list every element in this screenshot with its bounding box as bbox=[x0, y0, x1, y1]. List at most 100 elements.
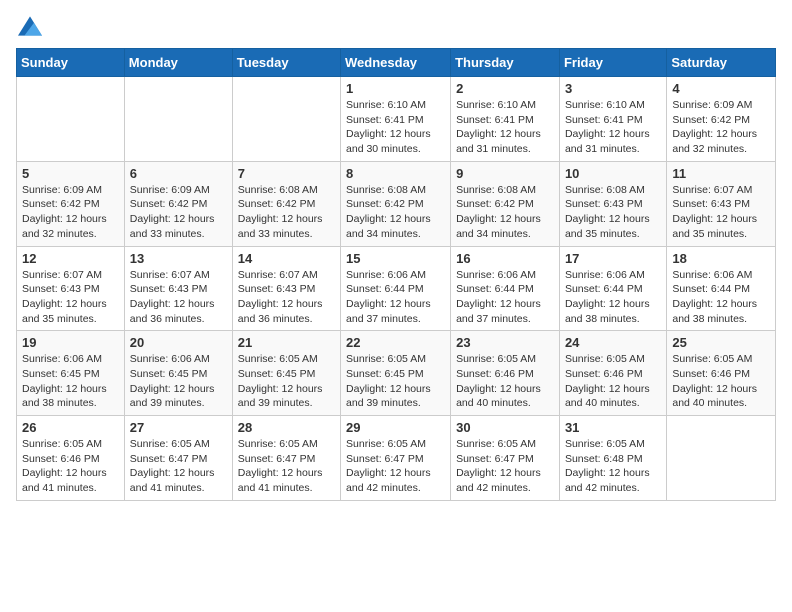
weekday-header-row: SundayMondayTuesdayWednesdayThursdayFrid… bbox=[17, 49, 776, 77]
day-number: 5 bbox=[22, 166, 119, 181]
day-info: Sunrise: 6:06 AM Sunset: 6:45 PM Dayligh… bbox=[22, 352, 119, 411]
day-info: Sunrise: 6:06 AM Sunset: 6:44 PM Dayligh… bbox=[672, 268, 770, 327]
day-number: 30 bbox=[456, 420, 554, 435]
calendar-cell: 18 Sunrise: 6:06 AM Sunset: 6:44 PM Dayli… bbox=[667, 246, 776, 331]
logo bbox=[16, 16, 42, 36]
calendar-cell: 8 Sunrise: 6:08 AM Sunset: 6:42 PM Daylig… bbox=[341, 161, 451, 246]
calendar-cell: 27 Sunrise: 6:05 AM Sunset: 6:47 PM Dayli… bbox=[124, 416, 232, 501]
day-number: 24 bbox=[565, 335, 661, 350]
weekday-header-saturday: Saturday bbox=[667, 49, 776, 77]
day-number: 10 bbox=[565, 166, 661, 181]
day-number: 20 bbox=[130, 335, 227, 350]
calendar-cell: 29 Sunrise: 6:05 AM Sunset: 6:47 PM Dayli… bbox=[341, 416, 451, 501]
day-info: Sunrise: 6:05 AM Sunset: 6:48 PM Dayligh… bbox=[565, 437, 661, 496]
calendar-cell: 24 Sunrise: 6:05 AM Sunset: 6:46 PM Dayli… bbox=[559, 331, 666, 416]
day-number: 23 bbox=[456, 335, 554, 350]
week-row-5: 26 Sunrise: 6:05 AM Sunset: 6:46 PM Dayli… bbox=[17, 416, 776, 501]
calendar-cell: 4 Sunrise: 6:09 AM Sunset: 6:42 PM Daylig… bbox=[667, 77, 776, 162]
weekday-header-sunday: Sunday bbox=[17, 49, 125, 77]
day-number: 15 bbox=[346, 251, 445, 266]
day-info: Sunrise: 6:06 AM Sunset: 6:44 PM Dayligh… bbox=[456, 268, 554, 327]
day-info: Sunrise: 6:08 AM Sunset: 6:42 PM Dayligh… bbox=[456, 183, 554, 242]
calendar-cell: 1 Sunrise: 6:10 AM Sunset: 6:41 PM Daylig… bbox=[341, 77, 451, 162]
weekday-header-tuesday: Tuesday bbox=[232, 49, 340, 77]
calendar-cell: 22 Sunrise: 6:05 AM Sunset: 6:45 PM Dayli… bbox=[341, 331, 451, 416]
calendar-cell: 28 Sunrise: 6:05 AM Sunset: 6:47 PM Dayli… bbox=[232, 416, 340, 501]
calendar-cell: 31Sunrise: 6:05 AM Sunset: 6:48 PM Dayli… bbox=[559, 416, 666, 501]
day-number: 27 bbox=[130, 420, 227, 435]
day-number: 17 bbox=[565, 251, 661, 266]
day-info: Sunrise: 6:05 AM Sunset: 6:46 PM Dayligh… bbox=[565, 352, 661, 411]
day-number: 11 bbox=[672, 166, 770, 181]
day-number: 12 bbox=[22, 251, 119, 266]
calendar-table: SundayMondayTuesdayWednesdayThursdayFrid… bbox=[16, 48, 776, 501]
day-info: Sunrise: 6:05 AM Sunset: 6:47 PM Dayligh… bbox=[238, 437, 335, 496]
day-info: Sunrise: 6:05 AM Sunset: 6:47 PM Dayligh… bbox=[130, 437, 227, 496]
day-info: Sunrise: 6:08 AM Sunset: 6:42 PM Dayligh… bbox=[346, 183, 445, 242]
day-number: 16 bbox=[456, 251, 554, 266]
day-number: 2 bbox=[456, 81, 554, 96]
day-number: 14 bbox=[238, 251, 335, 266]
day-info: Sunrise: 6:09 AM Sunset: 6:42 PM Dayligh… bbox=[22, 183, 119, 242]
day-info: Sunrise: 6:08 AM Sunset: 6:43 PM Dayligh… bbox=[565, 183, 661, 242]
day-info: Sunrise: 6:05 AM Sunset: 6:46 PM Dayligh… bbox=[22, 437, 119, 496]
day-info: Sunrise: 6:09 AM Sunset: 6:42 PM Dayligh… bbox=[672, 98, 770, 157]
weekday-header-wednesday: Wednesday bbox=[341, 49, 451, 77]
day-info: Sunrise: 6:07 AM Sunset: 6:43 PM Dayligh… bbox=[672, 183, 770, 242]
day-number: 13 bbox=[130, 251, 227, 266]
day-info: Sunrise: 6:05 AM Sunset: 6:46 PM Dayligh… bbox=[456, 352, 554, 411]
week-row-2: 5 Sunrise: 6:09 AM Sunset: 6:42 PM Daylig… bbox=[17, 161, 776, 246]
logo-icon bbox=[18, 16, 42, 36]
calendar-cell: 25Sunrise: 6:05 AM Sunset: 6:46 PM Dayli… bbox=[667, 331, 776, 416]
calendar-cell: 3 Sunrise: 6:10 AM Sunset: 6:41 PM Daylig… bbox=[559, 77, 666, 162]
calendar-cell: 20 Sunrise: 6:06 AM Sunset: 6:45 PM Dayli… bbox=[124, 331, 232, 416]
day-number: 26 bbox=[22, 420, 119, 435]
day-info: Sunrise: 6:06 AM Sunset: 6:44 PM Dayligh… bbox=[346, 268, 445, 327]
weekday-header-thursday: Thursday bbox=[451, 49, 560, 77]
calendar-cell: 30 Sunrise: 6:05 AM Sunset: 6:47 PM Dayli… bbox=[451, 416, 560, 501]
calendar-cell: 5 Sunrise: 6:09 AM Sunset: 6:42 PM Daylig… bbox=[17, 161, 125, 246]
day-number: 22 bbox=[346, 335, 445, 350]
day-number: 21 bbox=[238, 335, 335, 350]
weekday-header-friday: Friday bbox=[559, 49, 666, 77]
calendar-cell: 13Sunrise: 6:07 AM Sunset: 6:43 PM Dayli… bbox=[124, 246, 232, 331]
weekday-header-monday: Monday bbox=[124, 49, 232, 77]
day-info: Sunrise: 6:07 AM Sunset: 6:43 PM Dayligh… bbox=[22, 268, 119, 327]
day-info: Sunrise: 6:05 AM Sunset: 6:47 PM Dayligh… bbox=[346, 437, 445, 496]
calendar-cell bbox=[232, 77, 340, 162]
calendar-cell: 15 Sunrise: 6:06 AM Sunset: 6:44 PM Dayli… bbox=[341, 246, 451, 331]
day-number: 9 bbox=[456, 166, 554, 181]
day-info: Sunrise: 6:10 AM Sunset: 6:41 PM Dayligh… bbox=[346, 98, 445, 157]
day-number: 29 bbox=[346, 420, 445, 435]
day-number: 19 bbox=[22, 335, 119, 350]
day-number: 28 bbox=[238, 420, 335, 435]
day-info: Sunrise: 6:08 AM Sunset: 6:42 PM Dayligh… bbox=[238, 183, 335, 242]
week-row-4: 19 Sunrise: 6:06 AM Sunset: 6:45 PM Dayli… bbox=[17, 331, 776, 416]
day-number: 25 bbox=[672, 335, 770, 350]
calendar-cell bbox=[124, 77, 232, 162]
calendar-cell: 10 Sunrise: 6:08 AM Sunset: 6:43 PM Dayli… bbox=[559, 161, 666, 246]
day-info: Sunrise: 6:07 AM Sunset: 6:43 PM Dayligh… bbox=[238, 268, 335, 327]
calendar-cell: 6Sunrise: 6:09 AM Sunset: 6:42 PM Daylig… bbox=[124, 161, 232, 246]
calendar-cell: 2Sunrise: 6:10 AM Sunset: 6:41 PM Daylig… bbox=[451, 77, 560, 162]
week-row-3: 12 Sunrise: 6:07 AM Sunset: 6:43 PM Dayli… bbox=[17, 246, 776, 331]
day-number: 18 bbox=[672, 251, 770, 266]
day-number: 3 bbox=[565, 81, 661, 96]
day-info: Sunrise: 6:10 AM Sunset: 6:41 PM Dayligh… bbox=[565, 98, 661, 157]
day-number: 1 bbox=[346, 81, 445, 96]
logo-text bbox=[16, 16, 42, 36]
day-number: 4 bbox=[672, 81, 770, 96]
calendar-cell: 17Sunrise: 6:06 AM Sunset: 6:44 PM Dayli… bbox=[559, 246, 666, 331]
calendar-cell: 19 Sunrise: 6:06 AM Sunset: 6:45 PM Dayli… bbox=[17, 331, 125, 416]
calendar-cell: 21 Sunrise: 6:05 AM Sunset: 6:45 PM Dayli… bbox=[232, 331, 340, 416]
day-info: Sunrise: 6:05 AM Sunset: 6:47 PM Dayligh… bbox=[456, 437, 554, 496]
calendar-cell: 7Sunrise: 6:08 AM Sunset: 6:42 PM Daylig… bbox=[232, 161, 340, 246]
day-info: Sunrise: 6:06 AM Sunset: 6:45 PM Dayligh… bbox=[130, 352, 227, 411]
calendar-cell bbox=[667, 416, 776, 501]
day-info: Sunrise: 6:05 AM Sunset: 6:45 PM Dayligh… bbox=[346, 352, 445, 411]
day-info: Sunrise: 6:09 AM Sunset: 6:42 PM Dayligh… bbox=[130, 183, 227, 242]
day-info: Sunrise: 6:05 AM Sunset: 6:45 PM Dayligh… bbox=[238, 352, 335, 411]
calendar-cell bbox=[17, 77, 125, 162]
calendar-cell: 11 Sunrise: 6:07 AM Sunset: 6:43 PM Dayli… bbox=[667, 161, 776, 246]
day-number: 8 bbox=[346, 166, 445, 181]
